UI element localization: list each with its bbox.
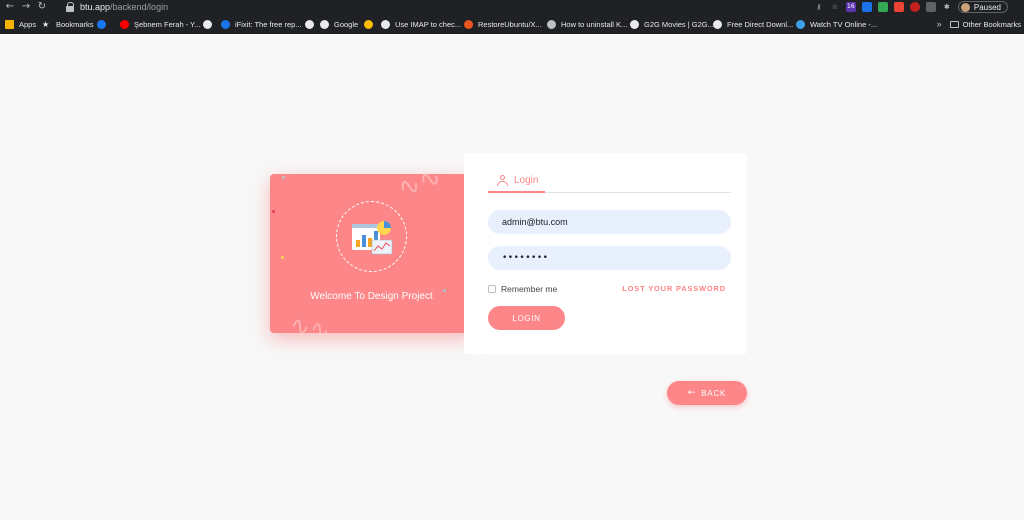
- email-field[interactable]: [488, 210, 731, 234]
- bookmark-item[interactable]: G2G Movies | G2G...: [630, 15, 714, 33]
- ifixit-icon: [221, 19, 230, 29]
- profile-paused-button[interactable]: Paused: [957, 1, 1008, 13]
- globe-icon: [713, 19, 722, 29]
- back-label: BACK: [701, 388, 727, 398]
- folder-icon: [949, 20, 959, 28]
- bookmark-label: Apps: [19, 19, 37, 29]
- google-icon: [381, 19, 390, 29]
- remember-me-label: Remember me: [501, 284, 558, 294]
- reload-icon[interactable]: ↻: [34, 0, 50, 14]
- bookmark-item[interactable]: iFixit: The free rep...: [221, 15, 302, 33]
- bookmark-label: Watch TV Online -...: [810, 19, 878, 29]
- url-domain: btu.app: [80, 2, 111, 12]
- extension-camera-icon[interactable]: [925, 2, 936, 12]
- bookmark-label: Google: [334, 19, 359, 29]
- tv-icon: [796, 19, 805, 29]
- bookmark-item[interactable]: Watch TV Online -...: [796, 15, 877, 33]
- back-arrow-icon[interactable]: ←: [2, 0, 18, 14]
- browser-chrome: ← → ↻ btu.app/backend/login ⚷ ☆ 16 ✱ Pau…: [0, 0, 1024, 34]
- ubuntu-icon: [464, 19, 473, 29]
- welcome-text: Welcome To Design Project: [310, 291, 433, 302]
- key-icon[interactable]: ⚷: [814, 2, 824, 12]
- bookmark-item[interactable]: RestoreUbuntu/X...: [464, 15, 542, 33]
- address-bar-row: ← → ↻ btu.app/backend/login ⚷ ☆ 16 ✱ Pau…: [0, 0, 1024, 14]
- tab-login-label: Login: [514, 175, 539, 186]
- lost-password-link[interactable]: LOST YOUR PASSWORD: [622, 284, 726, 293]
- url-path: /backend/login: [110, 2, 169, 12]
- extension-record-icon[interactable]: [909, 2, 920, 12]
- google-icon: [320, 19, 329, 29]
- bookmark-label: Bookmarks: [56, 19, 94, 29]
- bookmark-item[interactable]: Use IMAP to chec...: [381, 15, 461, 33]
- extension-green-icon[interactable]: [877, 2, 888, 12]
- globe-icon: [305, 19, 314, 29]
- bookmark-item[interactable]: Google: [320, 15, 358, 33]
- facebook-icon: [97, 19, 106, 29]
- illustration-ring: [336, 201, 407, 272]
- squiggle-decoration: ∿∿: [394, 174, 446, 205]
- avatar: [960, 2, 970, 12]
- youtube-icon: [120, 19, 129, 29]
- bookmark-item[interactable]: [203, 15, 217, 33]
- profile-status: Paused: [973, 2, 1001, 12]
- confetti-dot: [272, 210, 275, 213]
- bookmark-item[interactable]: [305, 15, 319, 33]
- remember-me[interactable]: Remember me: [488, 284, 557, 294]
- bookmark-item[interactable]: How to uninstall K...: [547, 15, 627, 33]
- apps-grid-icon: [5, 19, 14, 29]
- lock-icon[interactable]: [64, 0, 76, 14]
- bookmark-item[interactable]: Şebnem Ferah - Y...: [120, 15, 200, 33]
- link-icon: [547, 19, 556, 29]
- star-bookmark-icon[interactable]: ☆: [830, 2, 840, 12]
- user-icon: [497, 175, 508, 187]
- star-icon: ★: [42, 19, 50, 29]
- bookmark-item[interactable]: [97, 15, 111, 33]
- analytics-chart-icon: [352, 221, 393, 255]
- bookmarks-overflow-button[interactable]: »: [937, 19, 942, 29]
- extension-badge-icon[interactable]: 16: [845, 2, 856, 12]
- welcome-card: ∿∿ ∿∿ Welcome To Design Project: [270, 174, 473, 333]
- bookmark-item[interactable]: [364, 15, 378, 33]
- bookmark-label: How to uninstall K...: [561, 19, 628, 29]
- bookmark-label: Use IMAP to chec...: [395, 19, 462, 29]
- confetti-dot: [281, 256, 284, 259]
- bookmarks-bar: Apps ★ Bookmarks Şebnem Ferah - Y... iFixit:…: [0, 15, 1024, 33]
- bookmarks-right: » Other Bookmarks: [937, 15, 1021, 33]
- forward-arrow-icon[interactable]: →: [18, 0, 34, 14]
- bookmark-item[interactable]: Free Direct Downl...: [713, 15, 793, 33]
- extension-blue-icon[interactable]: [861, 2, 872, 12]
- bookmark-label: Free Direct Downl...: [727, 19, 794, 29]
- arrow-left-icon: ←: [687, 388, 697, 398]
- remember-me-checkbox[interactable]: [488, 285, 496, 293]
- bookmark-item[interactable]: ★ Bookmarks: [42, 15, 94, 33]
- login-button[interactable]: LOGIN: [488, 306, 565, 330]
- address-bar-url[interactable]: btu.app/backend/login: [80, 2, 168, 12]
- extension-red-icon[interactable]: [893, 2, 904, 12]
- confetti-dot: [282, 176, 285, 179]
- login-panel: Login Remember me LOST YOUR PASSWORD LOG…: [464, 153, 747, 354]
- puzzle-icon[interactable]: ✱: [942, 2, 952, 12]
- bookmark-label: G2G Movies | G2G...: [644, 19, 714, 29]
- squiggle-decoration: ∿∿: [287, 310, 333, 333]
- other-bookmarks-button[interactable]: Other Bookmarks: [963, 20, 1021, 29]
- toolbar-right: ⚷ ☆ 16 ✱ Paused: [814, 0, 1024, 14]
- page-icon: [203, 19, 212, 29]
- password-field[interactable]: [488, 246, 731, 270]
- bookmark-label: RestoreUbuntu/X...: [478, 19, 542, 29]
- active-tab-indicator: [488, 191, 545, 193]
- bookmark-item[interactable]: Apps: [5, 15, 36, 33]
- bookmark-label: iFixit: The free rep...: [235, 19, 302, 29]
- back-button[interactable]: ← BACK: [667, 381, 747, 405]
- drive-icon: [364, 19, 373, 29]
- bookmark-label: Şebnem Ferah - Y...: [134, 19, 201, 29]
- globe-icon: [630, 19, 639, 29]
